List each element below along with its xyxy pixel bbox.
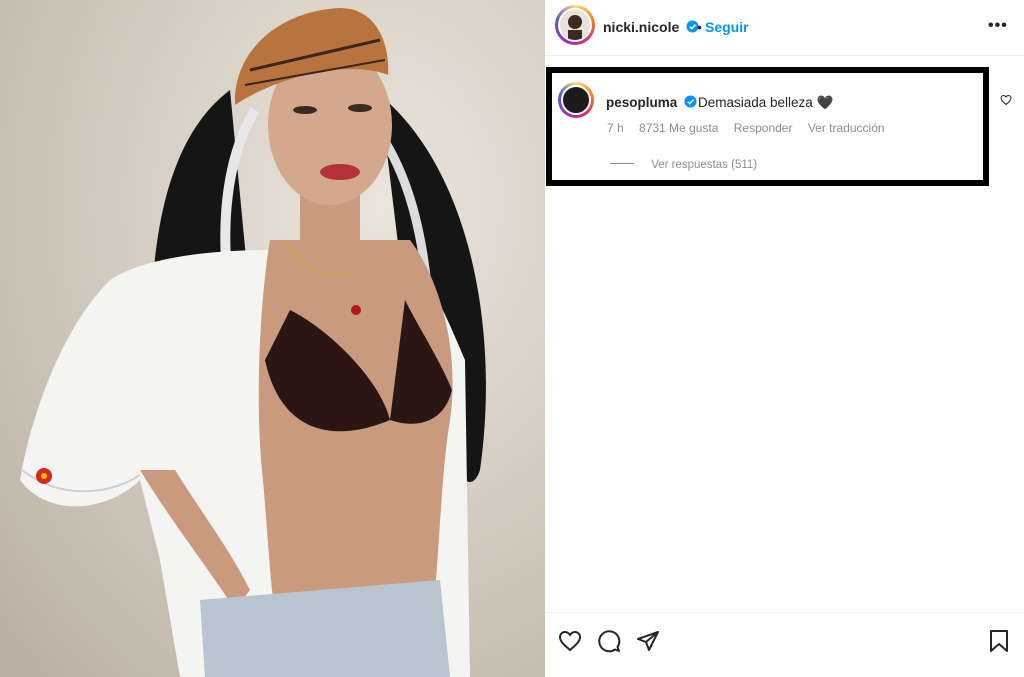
highlighted-comment: pesopluma Demasiada belleza 🖤 7 h 8731 M… — [546, 67, 989, 186]
comment-reply-button[interactable]: Responder — [734, 121, 793, 135]
verified-badge-icon — [684, 95, 697, 108]
comment-username-text[interactable]: pesopluma — [606, 95, 677, 110]
replies-divider — [610, 163, 634, 164]
author-username-text[interactable]: nicki.nicole — [603, 19, 679, 35]
comment-username[interactable]: pesopluma — [606, 95, 697, 110]
author-username[interactable]: nicki.nicole — [603, 19, 699, 35]
comment-icon[interactable] — [597, 629, 621, 653]
post-actions — [545, 612, 1024, 672]
comment-likes[interactable]: 8731 Me gusta — [639, 121, 718, 135]
post-image — [20, 8, 486, 677]
more-options-button[interactable]: ••• — [988, 17, 1008, 35]
heart-icon[interactable] — [558, 629, 582, 653]
comment-text: Demasiada belleza 🖤 — [698, 95, 834, 110]
send-icon[interactable] — [636, 629, 660, 653]
author-avatar[interactable] — [555, 5, 595, 45]
view-replies-button[interactable]: Ver respuestas (511) — [610, 159, 757, 171]
comment-translate-button[interactable]: Ver traducción — [808, 121, 885, 135]
comment-heart-icon[interactable] — [1000, 94, 1012, 106]
post-photo — [0, 0, 545, 677]
view-replies-label[interactable]: Ver respuestas (511) — [651, 159, 757, 171]
comment-meta: 7 h 8731 Me gusta Responder Ver traducci… — [607, 121, 897, 135]
post-header: nicki.nicole • Seguir ••• — [545, 0, 1024, 56]
bookmark-icon[interactable] — [988, 629, 1010, 653]
follow-button[interactable]: Seguir — [705, 19, 749, 35]
comment-avatar-image — [561, 85, 591, 115]
post-side-panel: nicki.nicole • Seguir ••• pesopluma Dema… — [545, 0, 1024, 677]
comment-avatar[interactable] — [558, 82, 594, 118]
header-separator: • — [697, 19, 702, 35]
comment-time: 7 h — [607, 121, 624, 135]
author-avatar-image — [558, 8, 592, 42]
